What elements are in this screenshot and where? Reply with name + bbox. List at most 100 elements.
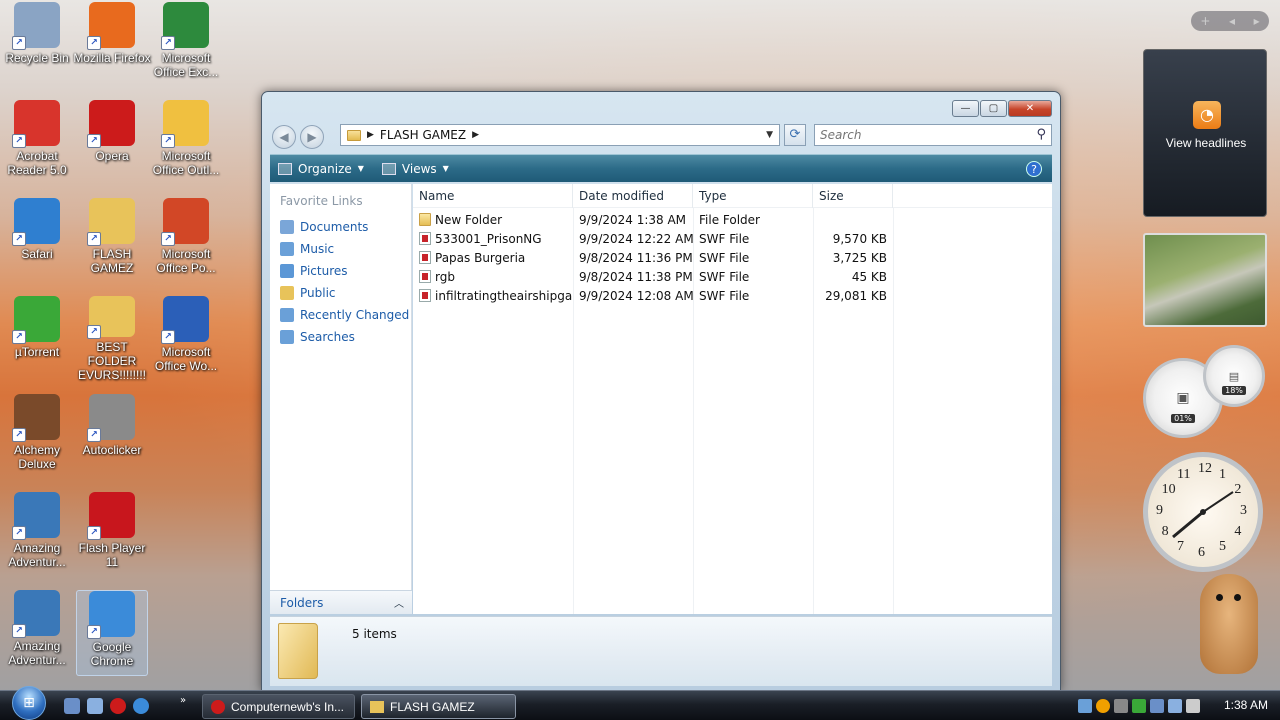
file-name-cell: 533001_PrisonNG [413, 231, 573, 246]
maximize-button[interactable]: ▢ [980, 100, 1007, 117]
sidebar-item-label: Pictures [300, 264, 348, 278]
desktop-icon[interactable]: ↗ Microsoft Office Outl... [150, 100, 222, 186]
search-input[interactable] [820, 128, 1020, 142]
sidebar-controls: + ◂ ▸ [1191, 11, 1269, 31]
file-row[interactable]: New Folder 9/9/2024 1:38 AM File Folder [413, 210, 887, 229]
desktop-icon[interactable]: ↗ Recycle Bin [1, 2, 73, 88]
shortcut-arrow-icon: ↗ [161, 134, 175, 148]
security-shield-icon[interactable] [1096, 699, 1110, 713]
desktop-icon-label: Autoclicker [82, 443, 142, 457]
desktop-icon[interactable]: ↗ Amazing Adventur... [1, 590, 73, 676]
safely-remove-icon[interactable] [1150, 699, 1164, 713]
desktop-icon[interactable]: ↗ Alchemy Deluxe [1, 394, 73, 480]
file-name: New Folder [435, 212, 503, 227]
sidebar-item-public[interactable]: Public [270, 282, 411, 304]
shortcut-arrow-icon: ↗ [87, 36, 101, 50]
sidebar-item-recently-changed[interactable]: Recently Changed [270, 304, 411, 326]
close-button[interactable]: ✕ [1008, 100, 1052, 117]
desktop-icon[interactable]: ↗ FLASH GAMEZ [76, 198, 148, 284]
slideshow-gadget[interactable] [1143, 233, 1267, 327]
folders-toggle[interactable]: Folders ︿ [270, 590, 412, 614]
desktop-icon[interactable]: ↗ Microsoft Office Wo... [150, 296, 222, 382]
acrobat-icon: ↗ [12, 100, 60, 148]
previous-icon[interactable]: ◂ [1229, 14, 1235, 28]
network-status-icon[interactable] [1168, 699, 1182, 713]
sidebar-item-label: Searches [300, 330, 355, 344]
desktop-icon[interactable]: ↗ Acrobat Reader 5.0 [1, 100, 73, 186]
organize-button[interactable]: Organize ▼ [278, 162, 364, 176]
desktop-icon[interactable]: ↗ Flash Player 11 [76, 492, 148, 578]
shortcut-arrow-icon: ↗ [87, 428, 101, 442]
chevron-up-icon[interactable]: ︿ [394, 595, 404, 610]
column-header-size[interactable]: Size [813, 184, 893, 208]
file-row[interactable]: rgb 9/8/2024 11:38 PM SWF File 45 KB [413, 267, 887, 286]
switch-windows-icon[interactable] [87, 698, 103, 714]
desktop-icon[interactable]: ↗ Google Chrome [76, 590, 148, 676]
network-tray-icon[interactable] [1078, 699, 1092, 713]
file-date: 9/9/2024 1:38 AM [579, 212, 687, 227]
sidebar-item-pictures[interactable]: Pictures [270, 260, 411, 282]
taskbar: ⊞ » Computernewb's In... FLASH GAMEZ 1:3… [0, 686, 1280, 720]
address-bar[interactable]: ▶ FLASH GAMEZ ▶ ▼ [340, 124, 780, 146]
folder-icon: ↗ [87, 296, 135, 339]
opera-icon[interactable] [110, 698, 126, 714]
sidebar-item-documents[interactable]: Documents [270, 216, 411, 238]
search-box[interactable]: ⚲ [814, 124, 1052, 146]
shortcut-arrow-icon: ↗ [12, 624, 26, 638]
desktop-icon[interactable]: ↗ BEST FOLDER EVURS!!!!!!!! [76, 296, 148, 382]
taskbar-button-opera[interactable]: Computernewb's In... [202, 694, 355, 719]
file-size: 45 KB [851, 269, 887, 284]
desktop-icon[interactable]: ↗ Autoclicker [76, 394, 148, 480]
minimize-button[interactable]: — [952, 100, 979, 117]
file-row[interactable]: Papas Burgeria 9/8/2024 11:36 PM SWF File 3… [413, 248, 887, 267]
desktop-icon[interactable]: ↗ Opera [76, 100, 148, 186]
sidebar-item-searches[interactable]: Searches [270, 326, 411, 348]
desktop-icon[interactable]: ↗ Mozilla Firefox [73, 2, 151, 88]
taskbar-button-explorer[interactable]: FLASH GAMEZ [361, 694, 516, 719]
chrome-icon[interactable] [133, 698, 149, 714]
folder-icon: ↗ [87, 198, 135, 246]
search-icon[interactable]: ⚲ [1036, 127, 1046, 142]
volume-icon[interactable] [1186, 699, 1200, 713]
windows-logo-icon: ⊞ [12, 686, 46, 720]
column-header-name[interactable]: Name [413, 184, 573, 208]
quick-launch-overflow-icon[interactable]: » [180, 695, 186, 706]
file-row[interactable]: infiltratingtheairshipga... 9/9/2024 12:0… [413, 286, 887, 305]
clock-number: 9 [1156, 503, 1163, 518]
column-header-date-modified[interactable]: Date modified [573, 184, 693, 208]
file-type: SWF File [699, 288, 750, 303]
desktop-icon[interactable]: ↗ Amazing Adventur... [1, 492, 73, 578]
show-desktop-icon[interactable] [64, 698, 80, 714]
feed-headlines-gadget[interactable]: ◔ View headlines [1143, 49, 1267, 217]
next-icon[interactable]: ▸ [1254, 14, 1260, 28]
chevron-down-icon[interactable]: ▼ [766, 130, 773, 140]
tray-icon[interactable] [1114, 699, 1128, 713]
refresh-button[interactable]: ⟳ [784, 124, 806, 146]
file-date: 9/9/2024 12:22 AM [579, 231, 693, 246]
desktop-icon[interactable]: ↗ Microsoft Office Exc... [150, 2, 222, 88]
column-headers: Name Date modified Type Size [413, 184, 1052, 208]
taskbar-clock[interactable]: 1:38 AM [1224, 698, 1268, 712]
gopher-gadget[interactable] [1200, 574, 1258, 674]
desktop-icon[interactable]: ↗ µTorrent [1, 296, 73, 382]
breadcrumb[interactable]: FLASH GAMEZ [380, 128, 466, 142]
forward-button[interactable]: ▶ [300, 125, 324, 149]
help-icon[interactable]: ? [1026, 161, 1042, 177]
shortcut-arrow-icon: ↗ [161, 232, 175, 246]
desktop-icon-label: BEST FOLDER EVURS!!!!!!!! [77, 340, 146, 382]
sidebar-item-music[interactable]: Music [270, 238, 411, 260]
desktop-icon[interactable]: ↗ Microsoft Office Po... [150, 198, 222, 284]
start-button[interactable]: ⊞ [7, 686, 51, 720]
clock-number: 6 [1198, 545, 1205, 560]
back-button[interactable]: ◀ [272, 125, 296, 149]
utorrent-tray-icon[interactable] [1132, 699, 1146, 713]
file-name-cell: rgb [413, 269, 573, 284]
column-header-type[interactable]: Type [693, 184, 813, 208]
file-row[interactable]: 533001_PrisonNG 9/9/2024 12:22 AM SWF File… [413, 229, 887, 248]
alchemy-icon: ↗ [12, 394, 60, 442]
add-gadget-icon[interactable]: + [1200, 14, 1210, 28]
desktop-icon[interactable]: ↗ Safari [1, 198, 73, 284]
cpu-value: 01% [1171, 414, 1195, 424]
command-bar: Organize ▼ Views ▼ ? [270, 154, 1052, 182]
views-button[interactable]: Views ▼ [381, 162, 449, 176]
